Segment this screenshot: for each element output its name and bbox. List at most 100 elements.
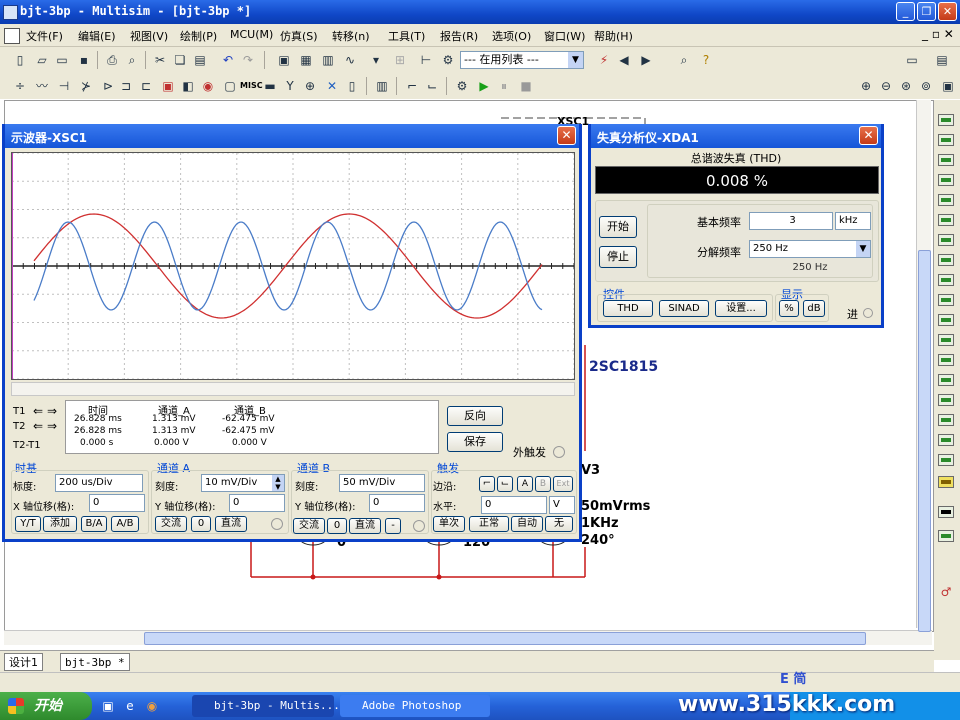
back-annotate-icon[interactable]: ◀ bbox=[616, 52, 632, 68]
trigger-none-button[interactable]: 无 bbox=[545, 516, 573, 532]
resolution-freq-select[interactable]: 250 Hz ▼ bbox=[749, 240, 871, 258]
misc-label[interactable]: MISC bbox=[240, 81, 263, 90]
frequency-counter-icon[interactable] bbox=[938, 234, 954, 246]
t1-left-arrow-icon[interactable]: ⇐ bbox=[33, 404, 43, 418]
agilent-scope-icon[interactable] bbox=[938, 434, 954, 446]
menu-tools[interactable]: 工具(T) bbox=[388, 28, 425, 44]
tab-bjt-3bp[interactable]: bjt-3bp * bbox=[60, 653, 130, 671]
zoom-area-icon[interactable]: ⊛ bbox=[898, 78, 914, 94]
menu-reports[interactable]: 报告(R) bbox=[440, 28, 478, 44]
trigger-single-button[interactable]: 单次 bbox=[433, 516, 465, 532]
quicklaunch-firefox-icon[interactable]: ◉ bbox=[144, 698, 160, 714]
menu-options[interactable]: 选项(O) bbox=[492, 28, 531, 44]
fundamental-freq-field[interactable]: 3 bbox=[749, 212, 833, 230]
open-icon[interactable]: ▱ bbox=[34, 52, 50, 68]
mixed-icon[interactable]: ◧ bbox=[180, 78, 196, 94]
minimize-button[interactable]: _ bbox=[896, 2, 915, 21]
timebase-scale-field[interactable]: 200 us/Div bbox=[55, 474, 143, 492]
new-icon[interactable]: ▯ bbox=[12, 52, 28, 68]
workspace-vscrollbar[interactable] bbox=[916, 100, 931, 632]
undo-icon[interactable]: ↶ bbox=[220, 52, 236, 68]
cut-icon[interactable]: ✂ bbox=[152, 52, 168, 68]
pause-icon[interactable]: ⏸ bbox=[496, 78, 512, 94]
in-use-list-select[interactable]: --- 在用列表 --- ▼ bbox=[460, 51, 584, 69]
database-icon[interactable]: ▥ bbox=[320, 52, 336, 68]
source-icon[interactable]: ÷ bbox=[12, 78, 28, 94]
redo-icon[interactable]: ↷ bbox=[240, 52, 256, 68]
add-mode-button[interactable]: 添加 bbox=[43, 516, 77, 532]
scope-hscrollbar[interactable] bbox=[11, 382, 575, 396]
trigger-normal-button[interactable]: 正常 bbox=[469, 516, 509, 532]
labview-icon[interactable] bbox=[938, 476, 954, 488]
channel-a-ypos-field[interactable]: 0 bbox=[229, 494, 285, 512]
analyzer-settings-button[interactable]: 设置... bbox=[715, 300, 767, 317]
measurement-probe-icon[interactable] bbox=[938, 506, 954, 518]
menu-help[interactable]: 帮助(H) bbox=[594, 28, 633, 44]
agilent-multimeter-icon[interactable] bbox=[938, 414, 954, 426]
oscilloscope-close-button[interactable]: ✕ bbox=[557, 126, 576, 145]
sinad-mode-button[interactable]: SINAD bbox=[659, 300, 709, 317]
vscroll-thumb[interactable] bbox=[918, 250, 931, 632]
hierarchical-block-icon[interactable]: ▥ bbox=[374, 78, 390, 94]
yt-mode-button[interactable]: Y/T bbox=[15, 516, 41, 532]
forward-annotate-icon[interactable]: ▶ bbox=[638, 52, 654, 68]
peripheral-icon[interactable]: ▬ bbox=[262, 78, 278, 94]
copy-icon[interactable]: ❏ bbox=[172, 52, 188, 68]
trigger-ext-button[interactable]: Ext bbox=[553, 476, 573, 492]
menu-transfer[interactable]: 转移(n) bbox=[332, 28, 370, 44]
ime-indicator[interactable]: E 简 bbox=[780, 668, 806, 687]
workspace-hscrollbar[interactable] bbox=[4, 630, 932, 645]
analyzer-start-button[interactable]: 开始 bbox=[599, 216, 637, 238]
fullscreen-icon[interactable]: ▣ bbox=[276, 52, 292, 68]
quicklaunch-ie-icon[interactable]: e bbox=[122, 698, 138, 714]
oscilloscope-icon[interactable] bbox=[938, 174, 954, 186]
channel-b-zero-button[interactable]: 0 bbox=[327, 518, 347, 534]
channel-a-scale-field[interactable]: 10 mV/Div ▲ ▼ bbox=[201, 474, 285, 492]
t1-right-arrow-icon[interactable]: ⇒ bbox=[47, 404, 57, 418]
bode-plotter-icon[interactable] bbox=[938, 214, 954, 226]
distortion-analyzer-icon[interactable] bbox=[938, 334, 954, 346]
electromech-icon[interactable]: ⊕ bbox=[302, 78, 318, 94]
input-terminal[interactable] bbox=[863, 308, 873, 318]
mcu-icon[interactable]: ▣ bbox=[160, 78, 176, 94]
display-db-button[interactable]: dB bbox=[803, 300, 825, 317]
basic-icon[interactable]: 〰 bbox=[34, 78, 50, 94]
print-preview-icon[interactable]: ⌕ bbox=[124, 52, 140, 68]
trigger-level-unit[interactable]: V bbox=[549, 496, 575, 514]
analyzer-stop-button[interactable]: 停止 bbox=[599, 246, 637, 268]
task-photoshop[interactable]: Adobe Photoshop bbox=[340, 695, 490, 717]
hscroll-thumb[interactable] bbox=[144, 632, 866, 645]
function-generator-icon[interactable] bbox=[938, 134, 954, 146]
t2-right-arrow-icon[interactable]: ⇒ bbox=[47, 419, 57, 433]
power-icon[interactable]: ▢ bbox=[222, 78, 238, 94]
scope-screen[interactable] bbox=[11, 152, 575, 380]
run-icon[interactable]: ▶ bbox=[476, 78, 492, 94]
menu-window[interactable]: 窗口(W) bbox=[544, 28, 585, 44]
bus-icon[interactable]: ⌐ bbox=[404, 78, 420, 94]
probe-tool-icon[interactable]: ♂ bbox=[938, 584, 954, 600]
connector-icon[interactable]: ⌙ bbox=[424, 78, 440, 94]
restore-button[interactable]: ❐ bbox=[917, 2, 936, 21]
menu-simulate[interactable]: 仿真(S) bbox=[280, 28, 318, 44]
ab-mode-button[interactable]: A/B bbox=[111, 516, 139, 532]
channel-b-dc-button[interactable]: 直流 bbox=[349, 518, 381, 534]
channel-a-ac-button[interactable]: 交流 bbox=[155, 516, 187, 532]
spice-icon[interactable]: ⚙ bbox=[440, 52, 456, 68]
thd-mode-button[interactable]: THD bbox=[603, 300, 653, 317]
component-wizard-icon[interactable]: ⊞ bbox=[392, 52, 408, 68]
logic-analyzer-icon[interactable] bbox=[938, 274, 954, 286]
spreadsheet-icon[interactable]: ▦ bbox=[298, 52, 314, 68]
help-icon[interactable]: ? bbox=[698, 52, 714, 68]
wattmeter-icon[interactable] bbox=[938, 154, 954, 166]
extra-toolbar-icon[interactable]: ▤ bbox=[934, 52, 950, 68]
zoom-out-icon[interactable]: ⊖ bbox=[878, 78, 894, 94]
network-analyzer-icon[interactable] bbox=[938, 374, 954, 386]
find-icon[interactable]: ⌕ bbox=[676, 52, 692, 68]
trigger-b-button[interactable]: B bbox=[535, 476, 551, 492]
multimeter-icon[interactable] bbox=[938, 114, 954, 126]
four-channel-scope-icon[interactable] bbox=[938, 194, 954, 206]
indicator-icon[interactable]: ◉ bbox=[200, 78, 216, 94]
print-icon[interactable]: ⎙ bbox=[104, 52, 120, 68]
stop-icon[interactable]: ■ bbox=[518, 78, 534, 94]
spectrum-analyzer-icon[interactable] bbox=[938, 354, 954, 366]
